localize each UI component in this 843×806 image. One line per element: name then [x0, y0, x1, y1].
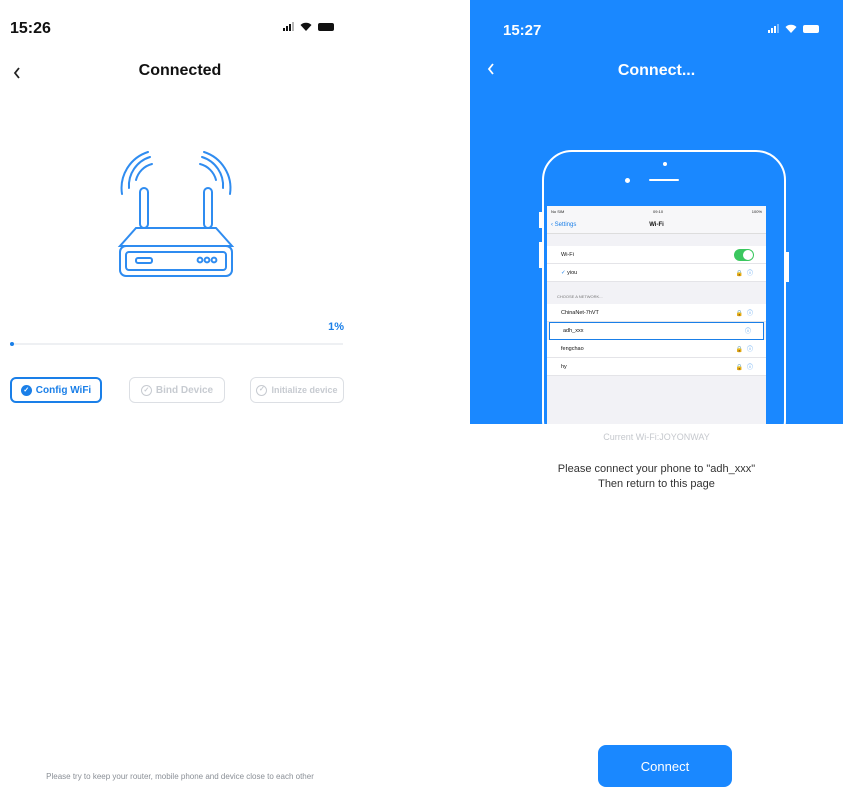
network-name: hy: [561, 363, 567, 370]
check-icon: ✓: [140, 384, 152, 396]
step-config-wifi[interactable]: ✓ Config WiFi: [10, 377, 102, 403]
battery-icon: [803, 24, 819, 33]
phone-sensor: [625, 178, 630, 183]
check-icon: ✓: [20, 384, 32, 396]
phone-carrier: No SIM: [551, 208, 565, 214]
network-name: adh_xxx: [563, 327, 584, 334]
check-icon: ✓: [256, 384, 268, 396]
progress-fill: [10, 342, 14, 346]
header-panel: 15:27 Connect... No SIM 09:10 100% ‹ Set…: [470, 0, 843, 424]
wifi-row-label: Wi-Fi: [561, 251, 574, 258]
phone-wifi-screen: No SIM 09:10 100% ‹ Settings Wi-Fi Wi-Fi…: [547, 206, 766, 424]
config-screen: 15:26 Connected 1% ✓ Config WiFi ✓ Bind …: [0, 0, 360, 806]
progress-percent: 1%: [328, 321, 344, 333]
cellular-signal-icon: [283, 22, 294, 31]
connect-button[interactable]: Connect: [598, 745, 732, 787]
network-info-icon: 🔒 ⓘ: [735, 271, 754, 277]
router-icon: [117, 151, 235, 277]
phone-nav-bar: ‹ Settings Wi-Fi: [547, 216, 766, 234]
network-row-highlighted: adh_xxx ⓘ: [549, 322, 764, 340]
footer-hint: Please try to keep your router, mobile p…: [46, 772, 314, 781]
step-label: Config WiFi: [35, 384, 92, 396]
step-initialize-device[interactable]: ✓ Initialize device: [250, 377, 344, 403]
status-icons: [768, 24, 819, 33]
page-title: Connect...: [617, 62, 696, 79]
phone-camera: [663, 162, 667, 166]
instruction-line-1: Please connect your phone to "adh_xxx": [557, 463, 756, 475]
network-name: yiou: [567, 269, 578, 276]
progress-bar: [10, 342, 343, 346]
network-name: ChinaNet-7hVT: [561, 309, 599, 316]
phone-speaker: [649, 179, 679, 181]
phone-battery: 100%: [751, 208, 762, 214]
phone-screen-title: Wi-Fi: [649, 221, 664, 228]
network-info-icon: 🔒 ⓘ: [735, 365, 754, 371]
network-row: ChinaNet-7hVT 🔒 ⓘ: [547, 304, 766, 322]
connected-network-row: ✓ yiou 🔒 ⓘ: [547, 264, 766, 282]
step-bind-device[interactable]: ✓ Bind Device: [129, 377, 225, 403]
instruction-line-2: Then return to this page: [598, 478, 715, 490]
phone-side-button: [539, 212, 542, 228]
page-title: Connected: [138, 62, 222, 79]
wifi-toggle: [734, 248, 754, 261]
network-name: fengchao: [561, 345, 584, 352]
phone-status-bar: No SIM 09:10 100%: [547, 206, 766, 216]
phone-side-button: [539, 242, 542, 268]
network-info-icon: 🔒 ⓘ: [735, 311, 754, 317]
instruction-text: Please connect your phone to "adh_xxx" T…: [470, 462, 843, 492]
step-label: Bind Device: [155, 384, 214, 396]
network-info-icon: ⓘ: [744, 329, 752, 335]
connect-screen: 15:27 Connect... No SIM 09:10 100% ‹ Set…: [470, 0, 843, 806]
phone-time: 09:10: [653, 208, 664, 214]
wifi-icon: [785, 24, 797, 33]
cellular-signal-icon: [768, 24, 779, 33]
wifi-toggle-row: Wi-Fi: [547, 246, 766, 264]
network-section-header: CHOOSE A NETWORK...: [557, 294, 603, 299]
wifi-icon: [300, 22, 312, 31]
status-icons: [283, 22, 334, 31]
battery-icon: [318, 22, 334, 31]
phone-side-button: [786, 252, 789, 282]
step-label: Initialize device: [271, 385, 338, 395]
status-time: 15:27: [503, 22, 542, 39]
current-wifi-label: Current Wi-Fi:JOYONWAY: [603, 432, 710, 442]
network-row: fengchao 🔒 ⓘ: [547, 340, 766, 358]
status-time: 15:26: [10, 20, 51, 37]
network-info-icon: 🔒 ⓘ: [735, 347, 754, 353]
network-row: hy 🔒 ⓘ: [547, 358, 766, 376]
